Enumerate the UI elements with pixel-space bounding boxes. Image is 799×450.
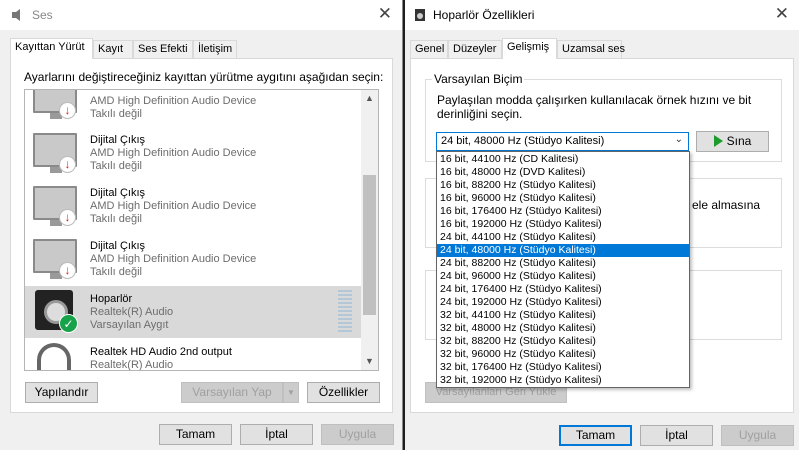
format-option[interactable]: 24 bit, 44100 Hz (Stüdyo Kalitesi) [437, 231, 689, 244]
format-option[interactable]: 32 bit, 88200 Hz (Stüdyo Kalitesi) [437, 335, 689, 348]
tab-playback[interactable]: Kayıttan Yürüt [10, 38, 93, 59]
list-item-selected[interactable]: ✓ Hoparlör Realtek(R) Audio Varsayılan A… [25, 286, 362, 338]
format-option[interactable]: 16 bit, 96000 Hz (Stüdyo Kalitesi) [437, 192, 689, 205]
speaker-app-icon [12, 9, 20, 21]
format-option[interactable]: 24 bit, 176400 Hz (Stüdyo Kalitesi) [437, 283, 689, 296]
cancel-button[interactable]: İptal [240, 424, 313, 445]
device-driver: AMD High Definition Audio Device [90, 253, 257, 265]
play-icon [713, 135, 723, 147]
device-driver: AMD High Definition Audio Device [90, 95, 257, 107]
format-option[interactable]: 16 bit, 88200 Hz (Stüdyo Kalitesi) [437, 179, 689, 192]
list-item[interactable]: ↓ AMD High Definition Audio Device Takıl… [25, 90, 362, 126]
format-description: Paylaşılan modda çalışırken kullanılacak… [437, 93, 752, 121]
window-title: Hoparlör Özellikleri [433, 8, 535, 22]
device-name: Dijital Çıkış [90, 187, 146, 199]
close-icon[interactable]: ✕ [378, 4, 392, 24]
device-driver: AMD High Definition Audio Device [90, 200, 257, 212]
ok-button[interactable]: Tamam [159, 424, 232, 445]
ok-button[interactable]: Tamam [559, 425, 632, 446]
format-option[interactable]: 24 bit, 88200 Hz (Stüdyo Kalitesi) [437, 257, 689, 270]
device-status: Takılı değil [90, 213, 142, 225]
format-dropdown-list[interactable]: 16 bit, 44100 Hz (CD Kalitesi) 16 bit, 48… [436, 151, 690, 388]
device-name: Realtek HD Audio 2nd output [90, 346, 232, 358]
scroll-down-icon[interactable]: ▼ [361, 353, 378, 370]
exclusive-mode-text: ele almasına [692, 198, 761, 212]
list-item[interactable]: ↓ Dijital Çıkış AMD High Definition Audi… [25, 180, 362, 232]
device-name: Dijital Çıkış [90, 240, 146, 252]
format-option[interactable]: 32 bit, 44100 Hz (Stüdyo Kalitesi) [437, 309, 689, 322]
device-status: Takılı değil [90, 160, 142, 172]
unplugged-icon: ↓ [59, 262, 76, 279]
list-item[interactable]: Realtek HD Audio 2nd output Realtek(R) A… [25, 339, 362, 371]
properties-titlebar: Hoparlör Özellikleri ✕ [405, 0, 799, 30]
device-name: Hoparlör [90, 293, 133, 305]
format-option[interactable]: 16 bit, 48000 Hz (DVD Kalitesi) [437, 166, 689, 179]
cancel-button[interactable]: İptal [640, 425, 713, 446]
tab-communications[interactable]: İletişim [193, 40, 237, 58]
default-check-icon: ✓ [59, 314, 78, 333]
format-option[interactable]: 24 bit, 192000 Hz (Stüdyo Kalitesi) [437, 296, 689, 309]
tab-advanced[interactable]: Gelişmiş [502, 38, 557, 59]
format-option[interactable]: 32 bit, 176400 Hz (Stüdyo Kalitesi) [437, 361, 689, 374]
list-item[interactable]: ↓ Dijital Çıkış AMD High Definition Audi… [25, 127, 362, 179]
format-select[interactable]: 24 bit, 48000 Hz (Stüdyo Kalitesi) ⌄ [436, 132, 689, 151]
close-icon[interactable]: ✕ [775, 4, 789, 24]
device-status: Takılı değil [90, 266, 142, 278]
sound-titlebar: Ses ✕ [0, 0, 402, 30]
volume-meter [338, 290, 352, 334]
unplugged-icon: ↓ [59, 209, 76, 226]
scroll-thumb[interactable] [363, 175, 376, 315]
speaker-app-icon [415, 9, 425, 21]
format-option[interactable]: 24 bit, 96000 Hz (Stüdyo Kalitesi) [437, 270, 689, 283]
format-option[interactable]: 24 bit, 48000 Hz (Stüdyo Kalitesi) [437, 244, 689, 257]
format-option[interactable]: 32 bit, 192000 Hz (Stüdyo Kalitesi) [437, 374, 689, 387]
tab-sound-effects[interactable]: Ses Efekti [133, 40, 193, 58]
device-status: Takılı değil [90, 108, 142, 120]
sound-dialog: Ses ✕ Kayıttan Yürüt Kayıt Ses Efekti İl… [0, 0, 403, 450]
device-list[interactable]: ↓ AMD High Definition Audio Device Takıl… [24, 89, 379, 371]
test-button[interactable]: Sına [696, 131, 769, 152]
format-select-value: 24 bit, 48000 Hz (Stüdyo Kalitesi) [441, 135, 605, 147]
scroll-up-icon[interactable]: ▲ [361, 90, 378, 107]
unplugged-icon: ↓ [59, 102, 76, 119]
tab-levels[interactable]: Düzeyler [448, 40, 502, 58]
unplugged-icon: ↓ [59, 156, 76, 173]
set-default-dropdown-icon[interactable]: ▼ [283, 382, 299, 403]
properties-button[interactable]: Özellikler [307, 382, 380, 403]
format-option[interactable]: 16 bit, 176400 Hz (Stüdyo Kalitesi) [437, 205, 689, 218]
device-list-scrollbar[interactable]: ▲ ▼ [361, 90, 378, 370]
format-option[interactable]: 16 bit, 192000 Hz (Stüdyo Kalitesi) [437, 218, 689, 231]
instruction-text: Ayarlarını değiştireceğiniz kayıttan yür… [24, 70, 384, 84]
device-driver: Realtek(R) Audio [90, 306, 174, 318]
format-option[interactable]: 32 bit, 96000 Hz (Stüdyo Kalitesi) [437, 348, 689, 361]
window-title: Ses [32, 8, 53, 22]
device-driver: Realtek(R) Audio [90, 359, 174, 371]
device-name: Dijital Çıkış [90, 134, 146, 146]
headphone-icon [37, 343, 71, 370]
format-option[interactable]: 32 bit, 48000 Hz (Stüdyo Kalitesi) [437, 322, 689, 335]
tab-recording[interactable]: Kayıt [93, 40, 133, 58]
format-option[interactable]: 16 bit, 44100 Hz (CD Kalitesi) [437, 153, 689, 166]
set-default-button[interactable]: Varsayılan Yap [181, 382, 283, 403]
default-format-title: Varsayılan Biçim [432, 72, 525, 86]
apply-button[interactable]: Uygula [721, 425, 794, 446]
tab-general[interactable]: Genel [410, 40, 448, 58]
tab-spatial-sound[interactable]: Uzamsal ses [557, 40, 625, 58]
list-item[interactable]: ↓ Dijital Çıkış AMD High Definition Audi… [25, 233, 362, 285]
configure-button[interactable]: Yapılandır [25, 382, 98, 403]
apply-button[interactable]: Uygula [321, 424, 394, 445]
device-status: Varsayılan Aygıt [90, 319, 169, 331]
chevron-down-icon: ⌄ [674, 134, 683, 145]
device-driver: AMD High Definition Audio Device [90, 147, 257, 159]
